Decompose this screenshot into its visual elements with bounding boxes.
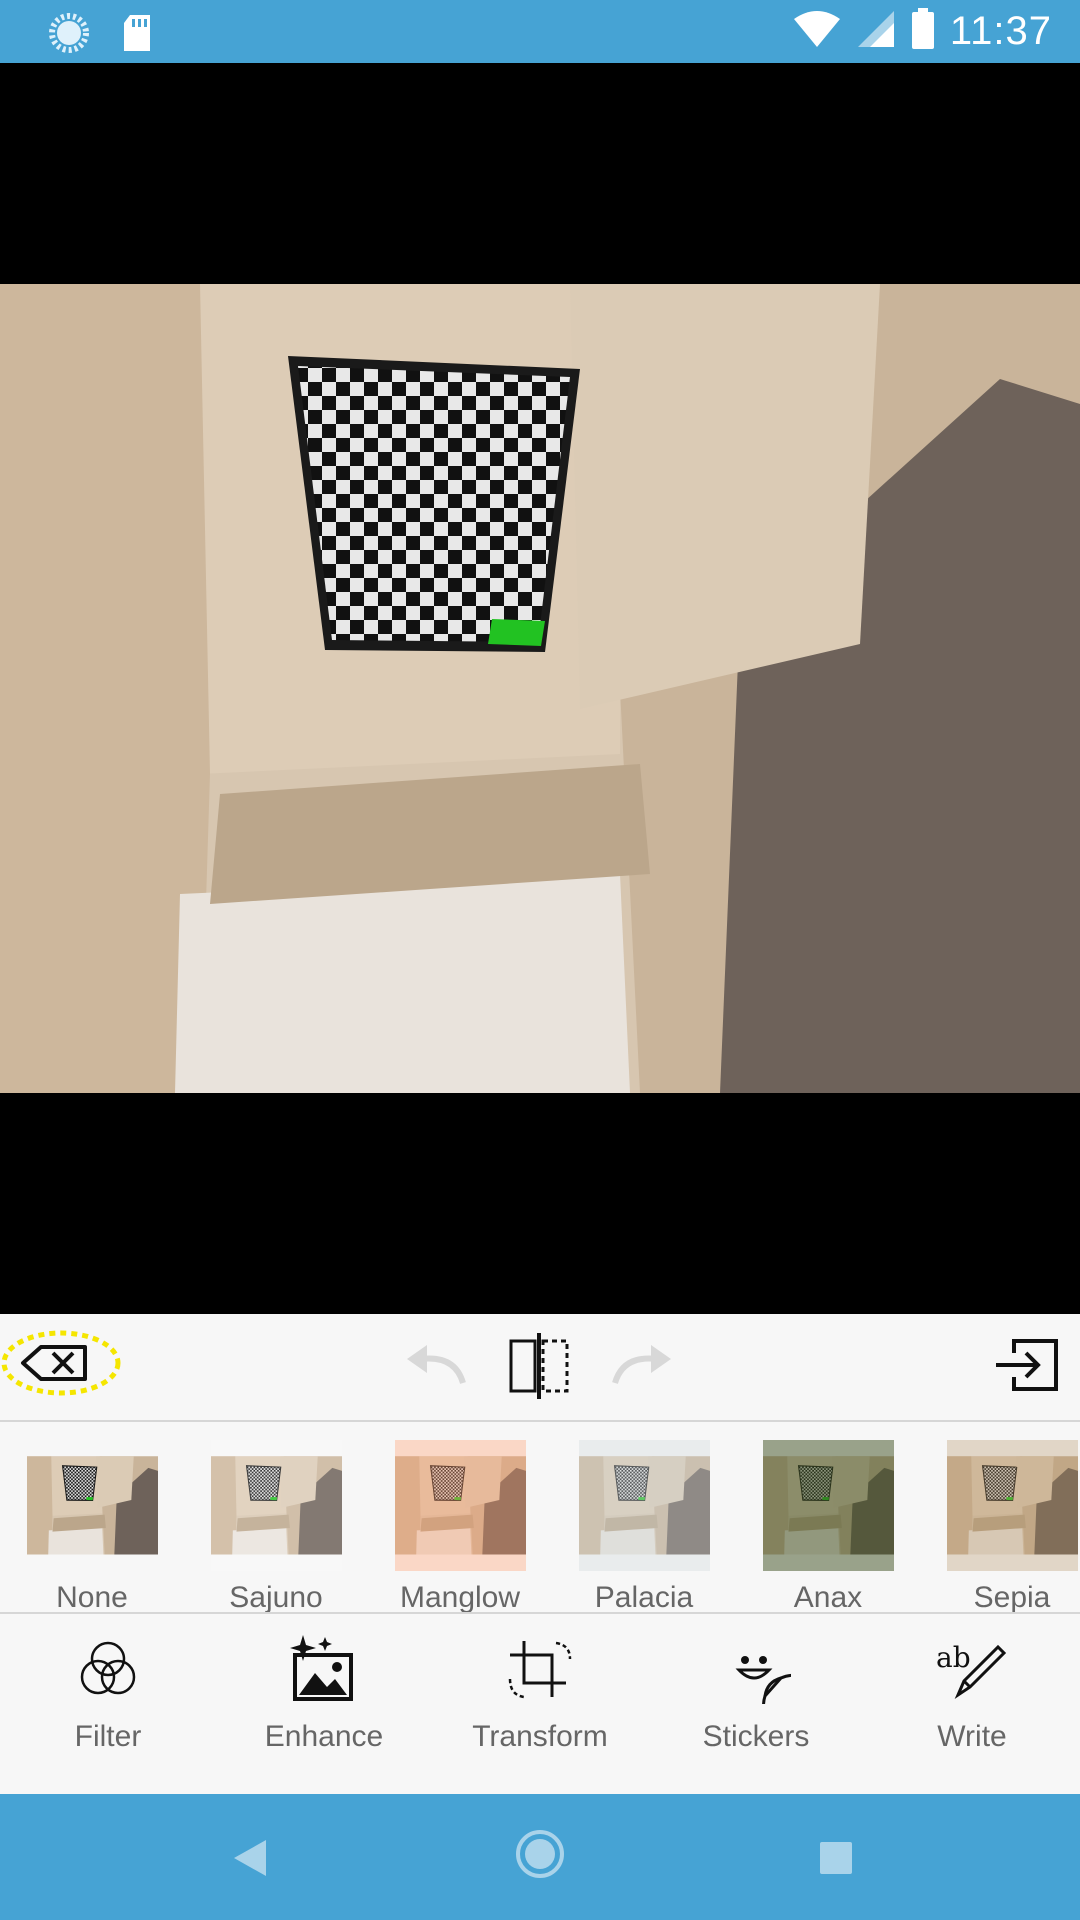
filter-label: Anax [793, 1581, 863, 1614]
edited-photo [0, 284, 1080, 1093]
navigation-bar [0, 1794, 1080, 1920]
tool-label: Write [937, 1720, 1007, 1753]
filter-tint [762, 1440, 894, 1571]
svg-text:ab: ab [936, 1641, 971, 1674]
clock: 11:37 [949, 9, 1052, 53]
compare-button[interactable] [500, 1328, 580, 1408]
tool-bar: Filter Enhance Transform Stickers ab Wri… [0, 1614, 1080, 1794]
compare-split-icon [505, 1332, 575, 1404]
write-pen-icon: ab [872, 1624, 1072, 1714]
filter-label: Palacia [594, 1581, 694, 1614]
sync-icon [48, 12, 90, 59]
filter-tint [946, 1440, 1078, 1571]
export-icon [992, 1337, 1062, 1398]
filter-item-anax[interactable]: Anax [758, 1440, 898, 1614]
nav-home-button[interactable] [508, 1824, 572, 1888]
filter-thumbnail [394, 1440, 526, 1571]
filter-item-manglow[interactable]: Manglow [390, 1440, 530, 1614]
tool-label: Filter [74, 1720, 142, 1753]
undo-button[interactable] [398, 1338, 472, 1398]
filter-thumbnail [578, 1440, 710, 1571]
enhance-image-icon [224, 1624, 424, 1714]
filter-label: Manglow [399, 1581, 521, 1614]
tool-label: Enhance [264, 1720, 384, 1753]
undo-icon [399, 1341, 471, 1396]
photo-canvas[interactable] [0, 63, 1080, 1314]
sticker-smiley-icon [656, 1624, 856, 1714]
redo-icon [607, 1341, 679, 1396]
cell-signal-icon [856, 9, 896, 54]
tool-label: Transform [472, 1720, 608, 1753]
filter-item-none[interactable]: None [22, 1440, 162, 1614]
back-triangle-icon [232, 1838, 268, 1883]
filter-label: Sepia [973, 1581, 1051, 1614]
recents-square-icon [819, 1841, 853, 1880]
nav-back-button[interactable] [220, 1830, 280, 1890]
filter-tint [578, 1440, 710, 1571]
filter-thumbnail [26, 1440, 158, 1571]
filter-thumbnail [762, 1440, 894, 1571]
tool-write[interactable]: ab Write [872, 1624, 1072, 1754]
filter-thumbnail [210, 1440, 342, 1571]
nav-recents-button[interactable] [806, 1830, 866, 1890]
filter-circles-icon [8, 1624, 208, 1714]
filter-label: None [56, 1581, 128, 1614]
tool-stickers[interactable]: Stickers [656, 1624, 856, 1754]
tool-transform[interactable]: Transform [440, 1624, 640, 1754]
tool-enhance[interactable]: Enhance [224, 1624, 424, 1754]
discard-button[interactable] [0, 1330, 122, 1400]
home-circle-icon [514, 1828, 566, 1885]
status-bar: 11:37 [0, 0, 1080, 63]
tool-filter[interactable]: Filter [8, 1624, 208, 1754]
sd-card-icon [120, 13, 154, 58]
wifi-icon [792, 9, 842, 54]
redo-button[interactable] [606, 1338, 680, 1398]
editor-toolbar [0, 1314, 1080, 1422]
filter-item-sepia[interactable]: Sepia [942, 1440, 1080, 1614]
filter-strip[interactable]: None Sajuno Manglow Palacia Anax Sepia [0, 1422, 1080, 1614]
crop-rotate-icon [440, 1624, 640, 1714]
battery-icon [910, 8, 936, 55]
save-export-button[interactable] [990, 1332, 1064, 1402]
tool-label: Stickers [702, 1720, 810, 1753]
filter-thumbnail [946, 1440, 1078, 1571]
filter-tint [210, 1440, 342, 1571]
discard-icon [1, 1330, 121, 1401]
editor-panel: None Sajuno Manglow Palacia Anax Sepia F… [0, 1314, 1080, 1794]
filter-item-palacia[interactable]: Palacia [574, 1440, 714, 1614]
filter-label: Sajuno [229, 1581, 323, 1614]
filter-tint [394, 1440, 526, 1571]
filter-item-sajuno[interactable]: Sajuno [206, 1440, 346, 1614]
